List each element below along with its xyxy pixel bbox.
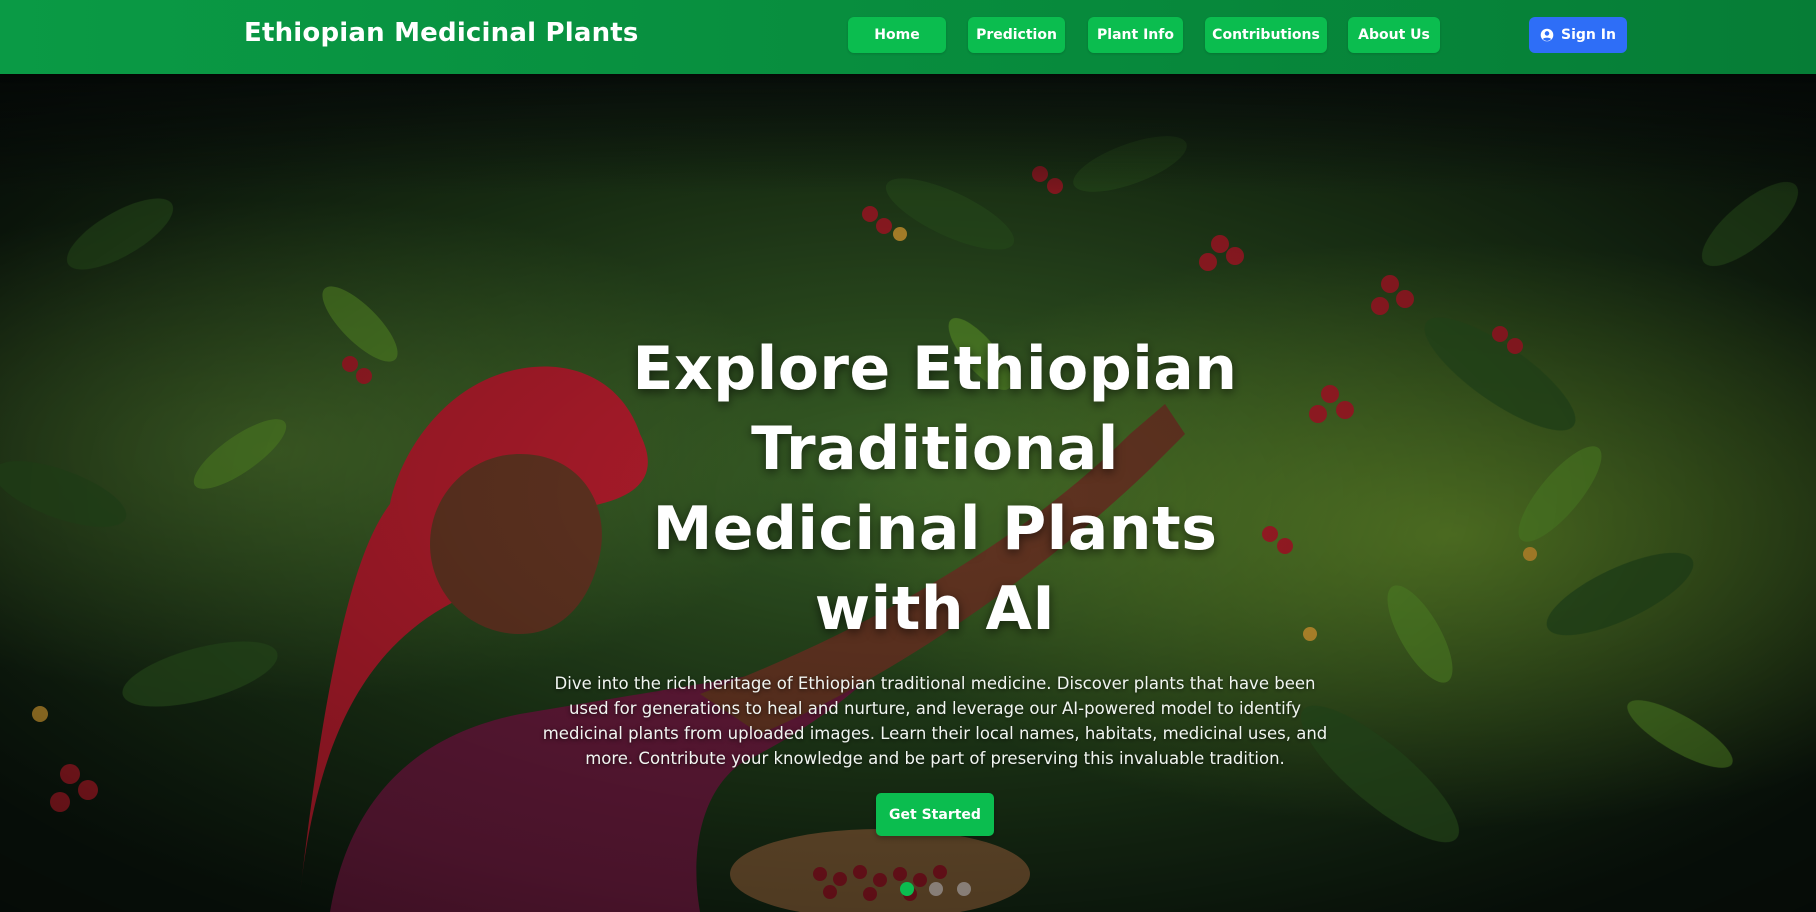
site-title[interactable]: Ethiopian Medicinal Plants: [244, 18, 639, 48]
carousel-dot-1[interactable]: [900, 882, 914, 896]
hero-content: Explore Ethiopian Traditional Medicinal …: [540, 329, 1330, 836]
nav-about-us-button[interactable]: About Us: [1348, 17, 1440, 53]
get-started-button[interactable]: Get Started: [876, 793, 994, 836]
top-navbar: Ethiopian Medicinal Plants Home Predicti…: [0, 0, 1816, 74]
nav-home-button[interactable]: Home: [848, 17, 946, 53]
user-circle-icon: [1540, 28, 1554, 42]
hero-description: Dive into the rich heritage of Ethiopian…: [542, 674, 1328, 768]
nav-prediction-button[interactable]: Prediction: [968, 17, 1065, 53]
sign-in-button[interactable]: Sign In: [1529, 17, 1627, 53]
nav-contributions-button[interactable]: Contributions: [1205, 17, 1327, 53]
sign-in-label: Sign In: [1561, 27, 1616, 43]
carousel-dot-2[interactable]: [929, 882, 943, 896]
nav-plant-info-button[interactable]: Plant Info: [1088, 17, 1183, 53]
carousel-dot-3[interactable]: [957, 882, 971, 896]
hero-carousel: Explore Ethiopian Traditional Medicinal …: [0, 74, 1816, 912]
hero-title: Explore Ethiopian Traditional Medicinal …: [632, 334, 1238, 644]
carousel-indicators: [0, 882, 1816, 896]
